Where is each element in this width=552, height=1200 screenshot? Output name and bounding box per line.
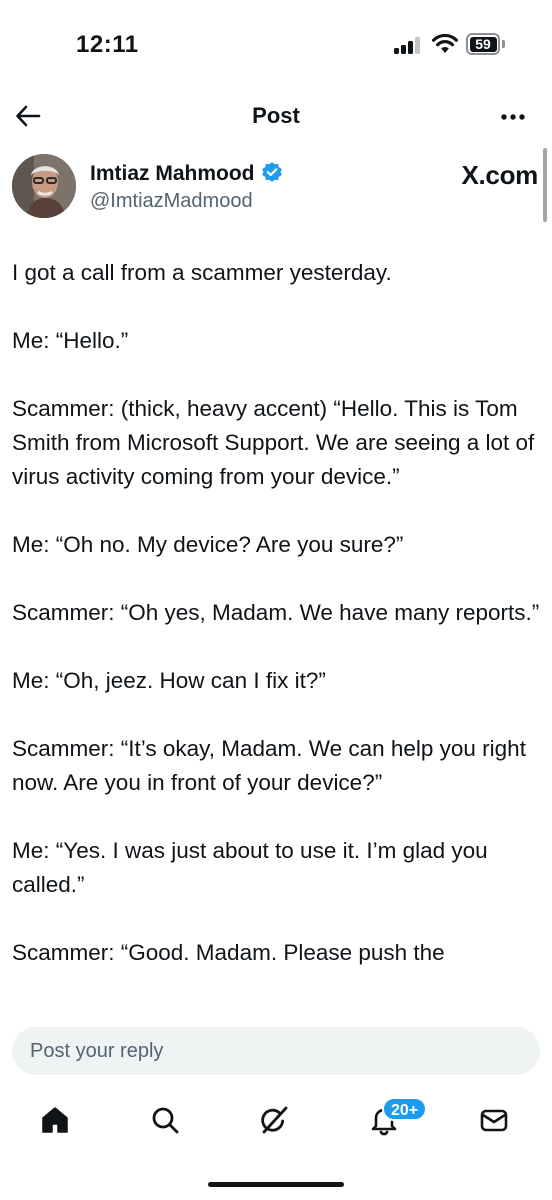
wifi-icon xyxy=(431,32,459,54)
messages-envelope-icon xyxy=(480,1109,508,1132)
post-paragraph: I got a call from a scammer yesterday. xyxy=(12,260,392,285)
scrollbar[interactable] xyxy=(543,148,547,222)
post-paragraph: Me: “Yes. I was just about to use it. I’… xyxy=(12,838,488,897)
verified-badge-icon xyxy=(261,161,283,183)
post-paragraph: Scammer: (thick, heavy accent) “Hello. T… xyxy=(12,396,535,489)
post-paragraph: Scammer: “It’s okay, Madam. We can help … xyxy=(12,736,526,795)
post-paragraph: Me: “Hello.” xyxy=(12,328,129,353)
grok-icon xyxy=(261,1106,288,1134)
author-name[interactable]: Imtiaz Mahmood xyxy=(90,161,283,186)
status-time: 12:11 xyxy=(76,31,139,58)
post-header: Post xyxy=(0,90,552,142)
reply-bar xyxy=(0,1016,552,1090)
post-screen: 12:11 59 Post Imtiaz Mahmood @ImtiazMadm… xyxy=(0,0,552,1200)
more-options-icon[interactable] xyxy=(499,103,527,131)
tab-search[interactable] xyxy=(145,1100,185,1140)
notifications-badge: 20+ xyxy=(382,1097,428,1121)
home-indicator xyxy=(208,1182,344,1187)
home-icon xyxy=(42,1107,68,1133)
cellular-signal-icon xyxy=(394,36,424,54)
status-bar: 12:11 59 xyxy=(0,0,552,90)
post-paragraph: Me: “Oh no. My device? Are you sure?” xyxy=(12,532,404,557)
page-title: Post xyxy=(252,103,300,128)
battery-level: 59 xyxy=(469,36,497,52)
post-paragraph: Scammer: “Good. Madam. Please push the xyxy=(12,940,445,965)
post-paragraph: Scammer: “Oh yes, Madam. We have many re… xyxy=(12,600,540,625)
source-label: X.com xyxy=(461,160,538,190)
bottom-tab-bar xyxy=(0,1090,552,1150)
post-paragraph: Me: “Oh, jeez. How can I fix it?” xyxy=(12,668,326,693)
reply-input[interactable] xyxy=(12,1027,540,1075)
author-row: Imtiaz Mahmood @ImtiazMadmood X.com xyxy=(12,154,540,224)
post-text: I got a call from a scammer yesterday. M… xyxy=(12,256,540,1016)
tab-messages[interactable] xyxy=(474,1100,514,1140)
author-handle[interactable]: @ImtiazMadmood xyxy=(90,190,253,213)
battery-icon: 59 xyxy=(466,33,506,55)
author-name-text: Imtiaz Mahmood xyxy=(90,162,255,185)
search-icon xyxy=(152,1107,179,1134)
tab-grok[interactable] xyxy=(254,1100,294,1140)
avatar[interactable] xyxy=(12,154,76,218)
tab-home[interactable] xyxy=(35,1100,75,1140)
